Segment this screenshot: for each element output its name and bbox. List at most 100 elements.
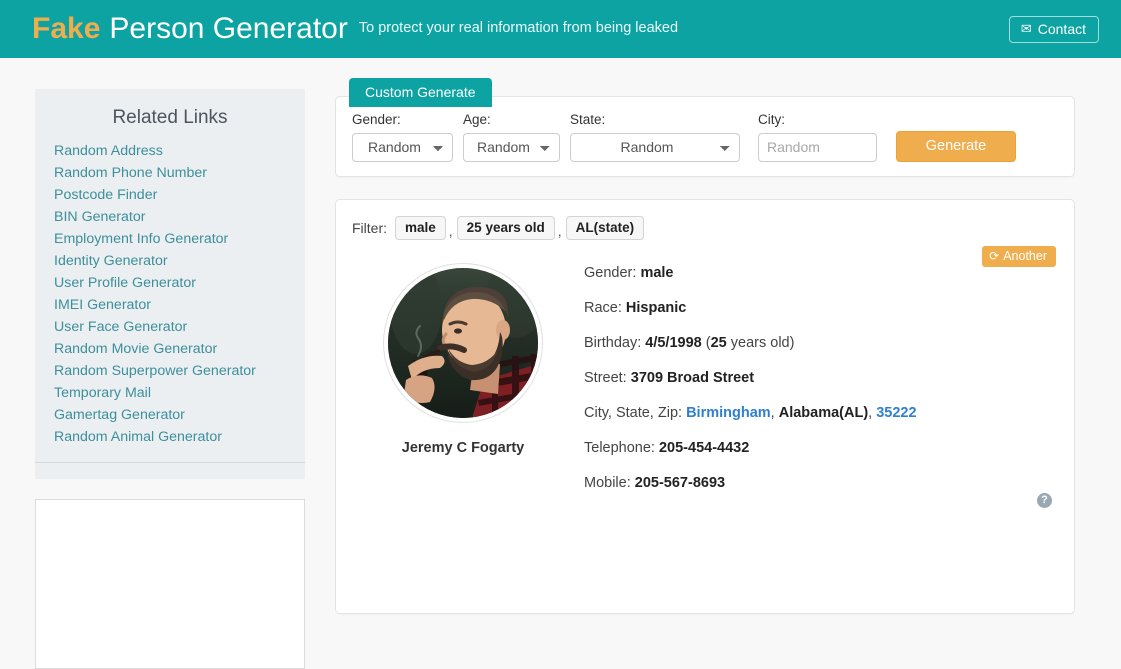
sidebar-link-identity-generator[interactable]: Identity Generator bbox=[54, 250, 305, 272]
related-links-title: Related Links bbox=[35, 107, 305, 129]
detail-value-telephone: 205-454-4432 bbox=[659, 440, 749, 456]
list-item: BIN Generator bbox=[54, 206, 305, 228]
filter-row: Filter: male , 25 years old , AL(state) bbox=[352, 216, 1058, 241]
sidebar: Related Links Random Address Random Phon… bbox=[35, 58, 305, 669]
sidebar-link-random-superpower-generator[interactable]: Random Superpower Generator bbox=[54, 360, 305, 382]
filter-separator: , bbox=[446, 223, 457, 239]
filter-chip-gender[interactable]: male bbox=[395, 216, 446, 241]
list-item: Random Superpower Generator bbox=[54, 360, 305, 382]
detail-value-gender: male bbox=[640, 265, 673, 281]
person-result-card: Filter: male , 25 years old , AL(state) … bbox=[335, 199, 1075, 614]
avatar-image bbox=[388, 268, 538, 418]
list-item: User Profile Generator bbox=[54, 272, 305, 294]
detail-row-mobile: Mobile: 205-567-8693 bbox=[584, 476, 917, 492]
list-item: Employment Info Generator bbox=[54, 228, 305, 250]
detail-row-street: Street: 3709 Broad Street bbox=[584, 371, 917, 387]
custom-generate-section: Custom Generate Gender: Random Age: Rand… bbox=[335, 78, 1075, 177]
sidebar-link-bin-generator[interactable]: BIN Generator bbox=[54, 206, 305, 228]
detail-value-city[interactable]: Birmingham bbox=[686, 405, 771, 421]
refresh-icon: ⟳ bbox=[989, 250, 999, 262]
sidebar-link-user-face-generator[interactable]: User Face Generator bbox=[54, 316, 305, 338]
sidebar-link-temporary-mail[interactable]: Temporary Mail bbox=[54, 382, 305, 404]
sidebar-link-employment-info-generator[interactable]: Employment Info Generator bbox=[54, 228, 305, 250]
detail-row-birthday: Birthday: 4/5/1998 (25 years old) bbox=[584, 336, 917, 352]
age-select[interactable]: Random bbox=[463, 133, 560, 162]
main-content: Custom Generate Gender: Random Age: Rand… bbox=[335, 58, 1075, 669]
person-details: Gender: male Race: Hispanic Birthday: 4/… bbox=[584, 263, 917, 492]
filter-separator: , bbox=[555, 223, 566, 239]
envelope-icon: ✉ bbox=[1021, 22, 1032, 35]
question-mark-icon[interactable]: ? bbox=[1037, 493, 1052, 508]
detail-row-gender: Gender: male bbox=[584, 266, 917, 282]
detail-comma-1: , bbox=[771, 405, 775, 421]
city-label: City: bbox=[758, 113, 877, 127]
another-button[interactable]: ⟳ Another bbox=[982, 246, 1056, 268]
person-body: Jeremy C Fogarty Gender: male Race: Hisp… bbox=[352, 263, 1058, 492]
detail-label-race: Race: bbox=[584, 300, 622, 316]
sidebar-link-imei-generator[interactable]: IMEI Generator bbox=[54, 294, 305, 316]
another-button-label: Another bbox=[1003, 250, 1047, 263]
list-item: Random Phone Number bbox=[54, 162, 305, 184]
sidebar-ad-placeholder bbox=[35, 499, 305, 669]
sidebar-link-random-movie-generator[interactable]: Random Movie Generator bbox=[54, 338, 305, 360]
detail-row-city-state-zip: City, State, Zip: Birmingham, Alabama(AL… bbox=[584, 406, 917, 422]
state-label: State: bbox=[570, 113, 740, 127]
avatar[interactable] bbox=[383, 263, 543, 423]
sidebar-link-user-profile-generator[interactable]: User Profile Generator bbox=[54, 272, 305, 294]
tab-custom-generate[interactable]: Custom Generate bbox=[349, 78, 492, 107]
avatar-column: Jeremy C Fogarty bbox=[352, 263, 574, 492]
custom-generate-card: Gender: Random Age: Random State: bbox=[335, 96, 1075, 177]
detail-value-street: 3709 Broad Street bbox=[631, 370, 754, 386]
detail-value-race: Hispanic bbox=[626, 300, 686, 316]
page-body: Related Links Random Address Random Phon… bbox=[0, 58, 1121, 669]
generate-form: Gender: Random Age: Random State: bbox=[352, 113, 1058, 162]
detail-value-mobile: 205-567-8693 bbox=[635, 475, 725, 491]
list-item: Random Animal Generator bbox=[54, 426, 305, 448]
city-input[interactable] bbox=[758, 133, 877, 162]
state-select[interactable]: Random bbox=[570, 133, 740, 162]
list-item: Gamertag Generator bbox=[54, 404, 305, 426]
detail-value-zip[interactable]: 35222 bbox=[876, 405, 916, 421]
list-item: User Face Generator bbox=[54, 316, 305, 338]
detail-row-telephone: Telephone: 205-454-4432 bbox=[584, 441, 917, 457]
detail-value-state: Alabama(AL) bbox=[779, 405, 868, 421]
detail-comma-2: , bbox=[868, 405, 872, 421]
person-name: Jeremy C Fogarty bbox=[402, 440, 525, 456]
filter-chip-state[interactable]: AL(state) bbox=[566, 216, 645, 241]
detail-label-mobile: Mobile: bbox=[584, 475, 631, 491]
gender-select[interactable]: Random bbox=[352, 133, 453, 162]
list-item: Random Movie Generator bbox=[54, 338, 305, 360]
detail-label-city-state-zip: City, State, Zip: bbox=[584, 405, 682, 421]
sidebar-link-postcode-finder[interactable]: Postcode Finder bbox=[54, 184, 305, 206]
sidebar-panel-footer bbox=[35, 463, 305, 479]
list-item: Random Address bbox=[54, 140, 305, 162]
contact-button[interactable]: ✉ Contact bbox=[1009, 16, 1099, 43]
filter-chip-age[interactable]: 25 years old bbox=[457, 216, 555, 241]
generate-button[interactable]: Generate bbox=[896, 131, 1016, 162]
brand-name-rest: Person Generator bbox=[109, 12, 347, 46]
contact-button-label: Contact bbox=[1038, 22, 1086, 36]
sidebar-link-random-address[interactable]: Random Address bbox=[54, 140, 305, 162]
bearded-man-photo bbox=[388, 268, 538, 418]
list-item: Identity Generator bbox=[54, 250, 305, 272]
list-item: Postcode Finder bbox=[54, 184, 305, 206]
age-field: Age: Random bbox=[463, 113, 560, 162]
related-links-list: Random Address Random Phone Number Postc… bbox=[35, 140, 305, 462]
detail-value-birthday: 4/5/1998 bbox=[645, 335, 701, 351]
detail-label-street: Street: bbox=[584, 370, 627, 386]
list-item: Temporary Mail bbox=[54, 382, 305, 404]
state-field: State: Random bbox=[570, 113, 740, 162]
sidebar-link-gamertag-generator[interactable]: Gamertag Generator bbox=[54, 404, 305, 426]
age-label: Age: bbox=[463, 113, 560, 127]
detail-label-birthday: Birthday: bbox=[584, 335, 641, 351]
detail-value-age: 25 bbox=[711, 335, 727, 351]
sidebar-link-random-phone-number[interactable]: Random Phone Number bbox=[54, 162, 305, 184]
sidebar-link-random-animal-generator[interactable]: Random Animal Generator bbox=[54, 426, 305, 448]
detail-label-telephone: Telephone: bbox=[584, 440, 655, 456]
filter-label: Filter: bbox=[352, 220, 387, 236]
gender-field: Gender: Random bbox=[352, 113, 453, 162]
gender-label: Gender: bbox=[352, 113, 453, 127]
brand-logo[interactable]: Fake Person Generator bbox=[32, 12, 348, 46]
detail-label-gender: Gender: bbox=[584, 265, 636, 281]
detail-age-suffix: years old) bbox=[727, 335, 795, 351]
